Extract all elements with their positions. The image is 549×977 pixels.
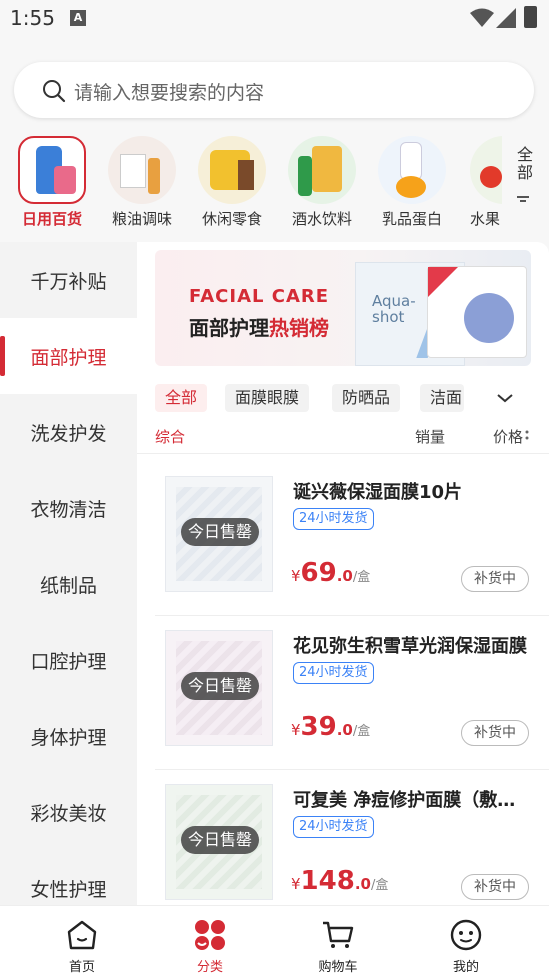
- sidebar-item-label: 洗发护发: [30, 422, 107, 445]
- top-category-drinks[interactable]: 酒水饮料: [282, 136, 362, 229]
- product-card[interactable]: 今日售罄 可复美 净痘修护面膜（敷料） 24小时发货 ¥148.0/盒 补货中: [155, 770, 549, 905]
- category-label: 粮油调味: [111, 210, 172, 228]
- status-time: 1:55: [10, 6, 55, 30]
- sold-out-badge: 今日售罄: [181, 518, 259, 546]
- sidebar-item-label: 面部护理: [30, 346, 107, 369]
- sidebar-item-label: 女性护理: [30, 878, 107, 901]
- top-category-fruit[interactable]: 水果: [462, 136, 502, 229]
- category-label: 日用百货: [21, 210, 82, 228]
- category-image: [288, 136, 356, 204]
- sidebar: 千万补贴 面部护理 洗发护发 衣物清洁 纸制品 口腔护理 身体护理 彩妆美妆 女…: [0, 242, 137, 905]
- category-image: [18, 136, 86, 204]
- sidebar-item-label: 口腔护理: [30, 650, 107, 673]
- search-icon: [43, 80, 66, 103]
- expand-icon: [517, 196, 529, 202]
- filter-chip-sunscreen[interactable]: 防晒品: [332, 384, 401, 412]
- top-category-snacks[interactable]: 休闲零食: [192, 136, 272, 229]
- sort-price[interactable]: 价格: [493, 426, 531, 447]
- filter-chip-masks[interactable]: 面膜眼膜: [225, 384, 310, 412]
- top-category-dairy[interactable]: 乳品蛋白: [372, 136, 452, 229]
- sort-bar: 综合 销量 价格: [137, 424, 549, 454]
- tab-label: 分类: [196, 960, 223, 975]
- sold-out-badge: 今日售罄: [181, 826, 259, 854]
- sort-comprehensive[interactable]: 综合: [155, 426, 185, 447]
- product-title: 花见弥生积雪草光润保湿面膜: [293, 636, 527, 657]
- filter-chips: 全部 面膜眼膜 防晒品 洁面: [155, 384, 545, 412]
- crown-ribbon: [428, 267, 458, 297]
- product-price: ¥69.0/盒: [291, 558, 371, 588]
- tab-home[interactable]: 首页: [42, 918, 122, 975]
- search-bar[interactable]: 请输入想要搜索的内容: [14, 62, 534, 118]
- product-panel: FACIAL CARE 面部护理热销榜 Aqua-shot A 全部 面膜眼膜 …: [137, 242, 549, 905]
- status-bar: 1:55 A: [0, 0, 549, 40]
- product-title: 可复美 净痘修护面膜（敷料）: [293, 790, 533, 811]
- filter-chip-all[interactable]: 全部: [155, 384, 208, 412]
- category-image: [470, 136, 502, 204]
- signal-icon: [496, 8, 516, 28]
- banner-title-zh: 面部护理热销榜: [189, 316, 329, 340]
- sidebar-item-label: 彩妆美妆: [30, 802, 107, 825]
- product-card[interactable]: 今日售罄 花见弥生积雪草光润保湿面膜 24小时发货 ¥39.0/盒 补货中: [155, 616, 549, 770]
- tab-label: 购物车: [318, 960, 358, 975]
- shipping-tag: 24小时发货: [293, 662, 374, 684]
- category-icon: [195, 920, 225, 950]
- category-label: 酒水饮料: [291, 210, 352, 228]
- product-price: ¥148.0/盒: [291, 866, 389, 896]
- shipping-tag: 24小时发货: [293, 816, 374, 838]
- restock-button[interactable]: 补货中: [461, 566, 529, 592]
- all-categories-label: 全部: [514, 146, 533, 182]
- tab-cart[interactable]: 购物车: [298, 918, 378, 975]
- restock-button[interactable]: 补货中: [461, 874, 529, 900]
- search-input[interactable]: 请输入想要搜索的内容: [74, 78, 264, 105]
- top-category-row: 日用百货 粮油调味 休闲零食 酒水饮料 乳品蛋白 水果 全部: [0, 130, 549, 240]
- sidebar-item-laundry[interactable]: 衣物清洁: [0, 470, 137, 546]
- sidebar-item-oral-care[interactable]: 口腔护理: [0, 622, 137, 698]
- sidebar-item-facial-care[interactable]: 面部护理: [0, 318, 137, 394]
- sidebar-item-body-care[interactable]: 身体护理: [0, 698, 137, 774]
- tab-label: 我的: [452, 960, 479, 975]
- category-label: 水果: [470, 210, 501, 228]
- sidebar-item-label: 千万补贴: [30, 270, 107, 293]
- cart-icon: [323, 921, 354, 948]
- sort-sales[interactable]: 销量: [415, 426, 445, 447]
- tab-category[interactable]: 分类: [170, 918, 250, 975]
- product-title: 诞兴薇保湿面膜10片: [293, 482, 463, 503]
- banner-title-en: FACIAL CARE: [189, 286, 330, 307]
- category-label: 乳品蛋白: [381, 210, 442, 228]
- sort-arrows-icon: [525, 430, 529, 440]
- promo-banner[interactable]: FACIAL CARE 面部护理热销榜 Aqua-shot A: [155, 250, 531, 366]
- top-category-daily[interactable]: 日用百货: [12, 136, 92, 229]
- sidebar-item-subsidy[interactable]: 千万补贴: [0, 242, 137, 318]
- chevron-down-icon[interactable]: [493, 386, 517, 410]
- category-image: [378, 136, 446, 204]
- notification-icon: A: [70, 10, 86, 26]
- category-label: 休闲零食: [201, 210, 262, 228]
- home-icon: [67, 920, 97, 950]
- wifi-icon: [470, 8, 494, 27]
- sidebar-item-label: 衣物清洁: [30, 498, 107, 521]
- sidebar-item-label: 身体护理: [30, 726, 107, 749]
- sidebar-item-label: 纸制品: [39, 574, 97, 597]
- profile-icon: [450, 919, 482, 951]
- sidebar-item-hair-care[interactable]: 洗发护发: [0, 394, 137, 470]
- category-image: [198, 136, 266, 204]
- sidebar-item-paper[interactable]: 纸制品: [0, 546, 137, 622]
- banner-product-text: Aqua-shot: [372, 292, 416, 326]
- mask-face-image: [464, 293, 514, 343]
- category-image: [108, 136, 176, 204]
- product-card[interactable]: 今日售罄 诞兴薇保湿面膜10片 24小时发货 ¥69.0/盒 补货中: [155, 462, 549, 616]
- filter-chip-cleanser[interactable]: 洁面: [420, 384, 464, 412]
- tab-profile[interactable]: 我的: [426, 918, 506, 975]
- sidebar-item-makeup[interactable]: 彩妆美妆: [0, 774, 137, 850]
- bottom-tab-bar: 首页 分类 购物车 我的: [0, 905, 549, 977]
- all-categories-button[interactable]: 全部: [508, 146, 538, 213]
- top-category-grain[interactable]: 粮油调味: [102, 136, 182, 229]
- shipping-tag: 24小时发货: [293, 508, 374, 530]
- tab-label: 首页: [68, 960, 95, 975]
- sold-out-badge: 今日售罄: [181, 672, 259, 700]
- banner-mask-package: [427, 266, 527, 358]
- product-price: ¥39.0/盒: [291, 712, 371, 742]
- restock-button[interactable]: 补货中: [461, 720, 529, 746]
- battery-icon: [524, 6, 537, 28]
